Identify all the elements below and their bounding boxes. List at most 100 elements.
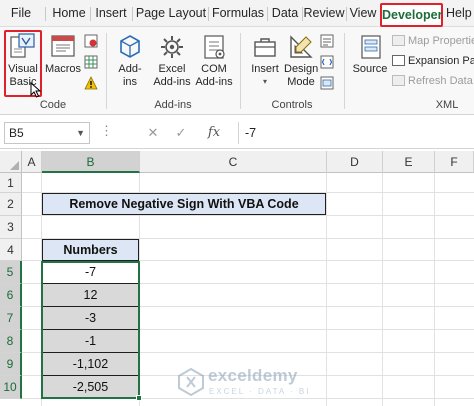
exceldemy-logo-icon bbox=[178, 368, 204, 396]
tab-insert[interactable]: Insert bbox=[92, 0, 130, 27]
tab-help[interactable]: Help bbox=[446, 0, 474, 27]
controls-group-label: Controls bbox=[271, 99, 313, 111]
row-header-3[interactable]: 3 bbox=[0, 216, 22, 239]
insert-control-button[interactable]: Insert ▾ bbox=[246, 33, 284, 88]
tab-data[interactable]: Data bbox=[268, 0, 302, 27]
number-cell-b6[interactable]: 12 bbox=[42, 284, 139, 307]
macro-security-icon[interactable] bbox=[84, 76, 98, 90]
expansion-packs-label: Expansion Pac bbox=[408, 55, 474, 67]
row-header-8[interactable]: 8 bbox=[0, 330, 22, 353]
tab-view[interactable]: View bbox=[348, 0, 378, 27]
formula-input[interactable]: -7 bbox=[238, 122, 474, 144]
design-mode-label-2: Mode bbox=[287, 75, 315, 88]
source-button[interactable]: Source bbox=[350, 33, 390, 76]
gear-icon bbox=[161, 36, 183, 58]
relative-references-icon[interactable] bbox=[84, 55, 98, 69]
excel-add-ins-button[interactable]: Excel Add-ins bbox=[150, 33, 194, 88]
mouse-cursor-icon bbox=[30, 82, 42, 98]
column-header-e[interactable]: E bbox=[383, 151, 435, 173]
number-cell-b8[interactable]: -1 bbox=[42, 330, 139, 353]
source-label: Source bbox=[352, 63, 388, 75]
menu-divider bbox=[346, 7, 347, 21]
properties-icon[interactable] bbox=[320, 34, 334, 48]
numbers-header-cell[interactable]: Numbers bbox=[42, 239, 139, 261]
com-add-ins-icon bbox=[204, 35, 225, 59]
tab-developer[interactable]: Developer bbox=[380, 3, 443, 27]
group-divider bbox=[240, 33, 241, 109]
add-ins-button[interactable]: Add- ins bbox=[110, 33, 150, 88]
expansion-packs-button[interactable]: Expansion Pac bbox=[392, 55, 474, 67]
enter-icon[interactable]: ✓ bbox=[170, 122, 192, 144]
column-header-c[interactable]: C bbox=[140, 151, 327, 173]
row-header-7[interactable]: 7 bbox=[0, 307, 22, 330]
sheet-title-cell[interactable]: Remove Negative Sign With VBA Code bbox=[42, 193, 326, 215]
macros-button[interactable]: Macros bbox=[43, 33, 83, 76]
formula-bar: B5 ▼ ⋮ ✕ ✓ fx -7 bbox=[0, 118, 474, 149]
cancel-icon[interactable]: ✕ bbox=[142, 122, 164, 144]
map-properties-button[interactable]: Map Properties bbox=[392, 35, 474, 47]
map-properties-label: Map Properties bbox=[408, 35, 474, 47]
ribbon: Visual Basic Macros Code Add- ins Excel … bbox=[0, 27, 474, 115]
add-ins-label-1: Add- bbox=[118, 63, 142, 75]
design-mode-icon bbox=[290, 35, 313, 58]
column-header-d[interactable]: D bbox=[327, 151, 383, 173]
menu-divider bbox=[208, 7, 209, 21]
add-ins-label-2: ins bbox=[122, 75, 138, 88]
chevron-down-icon: ▾ bbox=[262, 76, 267, 86]
excel-add-ins-label-2: Add-ins bbox=[153, 75, 191, 88]
menu-divider bbox=[45, 7, 46, 21]
tab-file[interactable]: File bbox=[4, 0, 38, 27]
row-header-2[interactable]: 2 bbox=[0, 193, 22, 216]
add-ins-group-label: Add-ins bbox=[154, 99, 192, 111]
column-header-b[interactable]: B bbox=[42, 151, 140, 173]
formula-bar-grip-icon: ⋮ bbox=[100, 123, 113, 138]
map-properties-icon bbox=[392, 35, 405, 46]
chevron-down-icon: ▼ bbox=[76, 128, 85, 138]
name-box-value: B5 bbox=[9, 126, 24, 140]
column-header-a[interactable]: A bbox=[22, 151, 42, 173]
macros-icon bbox=[51, 35, 75, 57]
row-header-4[interactable]: 4 bbox=[0, 239, 22, 261]
com-add-ins-label-2: Add-ins bbox=[195, 75, 233, 88]
tab-review[interactable]: Review bbox=[303, 0, 345, 27]
design-mode-button[interactable]: Design Mode bbox=[284, 33, 318, 88]
xml-group-label: XML bbox=[435, 99, 459, 111]
expansion-packs-icon bbox=[392, 55, 405, 66]
fill-handle[interactable] bbox=[136, 395, 142, 401]
refresh-data-label: Refresh Data bbox=[408, 75, 473, 87]
name-box[interactable]: B5 ▼ bbox=[4, 122, 90, 144]
tab-home[interactable]: Home bbox=[48, 0, 90, 27]
group-divider bbox=[106, 33, 107, 109]
insert-function-icon[interactable]: fx bbox=[200, 122, 228, 144]
number-cell-b10[interactable]: -2,505 bbox=[42, 376, 139, 399]
macros-label: Macros bbox=[44, 63, 82, 75]
view-code-icon[interactable] bbox=[320, 55, 334, 69]
refresh-data-button[interactable]: Refresh Data bbox=[392, 75, 473, 87]
watermark-tagline: EXCEL · DATA · BI bbox=[209, 387, 311, 396]
watermark-name: exceldemy bbox=[208, 366, 298, 385]
number-cell-b9[interactable]: -1,102 bbox=[42, 353, 139, 376]
number-cell-b5[interactable]: -7 bbox=[42, 261, 139, 284]
insert-control-label: Insert bbox=[251, 63, 279, 75]
group-divider bbox=[344, 33, 345, 109]
com-add-ins-label-1: COM bbox=[201, 63, 227, 75]
com-add-ins-button[interactable]: COM Add-ins bbox=[194, 33, 234, 88]
add-ins-icon bbox=[120, 35, 140, 58]
row-header-6[interactable]: 6 bbox=[0, 284, 22, 307]
row-header-10[interactable]: 10 bbox=[0, 376, 22, 399]
code-group-label: Code bbox=[39, 99, 67, 111]
column-header-f[interactable]: F bbox=[435, 151, 474, 173]
exceldemy-watermark: exceldemy EXCEL · DATA · BI bbox=[178, 366, 338, 400]
run-dialog-icon[interactable] bbox=[320, 76, 334, 90]
select-all-button[interactable] bbox=[0, 151, 22, 173]
record-macro-icon[interactable] bbox=[84, 34, 98, 48]
row-header-1[interactable]: 1 bbox=[0, 173, 22, 193]
design-mode-label-1: Design bbox=[284, 63, 319, 75]
number-cell-b7[interactable]: -3 bbox=[42, 307, 139, 330]
tab-page-layout[interactable]: Page Layout bbox=[134, 0, 208, 27]
row-header-9[interactable]: 9 bbox=[0, 353, 22, 376]
tab-formulas[interactable]: Formulas bbox=[210, 0, 266, 27]
menu-divider bbox=[90, 7, 91, 21]
menu-bar: File Home Insert Page Layout Formulas Da… bbox=[0, 0, 474, 27]
row-header-5[interactable]: 5 bbox=[0, 261, 22, 284]
